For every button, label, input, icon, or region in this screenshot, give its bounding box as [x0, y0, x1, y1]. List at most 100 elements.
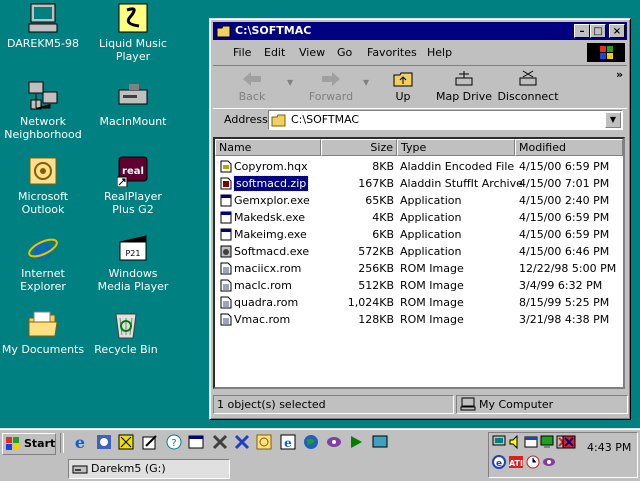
file-size: 8KB: [372, 160, 394, 173]
desktop-icon-realplayer[interactable]: real RealPlayer Plus G2: [88, 155, 178, 216]
tray-sound-icon[interactable]: [508, 434, 522, 452]
ie2-quicklaunch-icon[interactable]: e: [280, 434, 296, 450]
desktop-icon-outlook[interactable]: Microsoft Outlook: [0, 155, 88, 216]
address-dropdown-button[interactable]: ▼: [605, 112, 621, 128]
file-size: 572KB: [358, 245, 394, 258]
outlook-quicklaunch-icon[interactable]: [96, 434, 112, 450]
liquid-music-icon: [117, 2, 149, 34]
menu-file[interactable]: File: [233, 46, 251, 59]
file-row[interactable]: Vmac.rom 128KB ROM Image 3/21/98 4:38 PM: [215, 311, 623, 328]
tray-network-icon[interactable]: [492, 435, 506, 452]
tray-monitor-icon[interactable]: [540, 435, 554, 452]
desktop-quicklaunch-icon[interactable]: [372, 434, 388, 450]
desktop-icon-label: Microsoft Outlook: [17, 190, 69, 216]
desktop-icon-recycle-bin[interactable]: Recycle Bin: [81, 308, 171, 356]
status-location-text: My Computer: [479, 398, 554, 411]
file-type: ROM Image: [400, 262, 464, 275]
close-button[interactable]: ×: [609, 24, 625, 38]
file-row[interactable]: Copyrom.hqx 8KB Aladdin Encoded File 4/15/0…: [215, 158, 623, 175]
rom-icon: [220, 279, 232, 292]
file-list[interactable]: Name Size Type Modified Copyrom.hqx 8KB Al…: [213, 137, 625, 389]
task-button-darekm5[interactable]: Darekm5 (G:): [68, 459, 230, 479]
menu-edit[interactable]: Edit: [264, 46, 285, 59]
file-type: ROM Image: [400, 296, 464, 309]
menu-go[interactable]: Go: [337, 46, 352, 59]
column-header-type[interactable]: Type: [397, 139, 515, 156]
menu-favorites[interactable]: Favorites: [367, 46, 417, 59]
globe-quicklaunch-icon[interactable]: [303, 434, 319, 450]
back-arrow-icon: [241, 70, 263, 88]
disconnect-button[interactable]: Disconnect: [496, 66, 560, 103]
tray-scheduler-icon[interactable]: [524, 435, 538, 452]
maximize-button[interactable]: □: [590, 24, 606, 38]
back-dropdown-icon[interactable]: ▼: [287, 78, 293, 87]
file-row[interactable]: Gemxplor.exe 65KB Application 4/15/00 2:40 …: [215, 192, 623, 209]
column-header-size[interactable]: Size: [321, 139, 397, 156]
menu-help[interactable]: Help: [427, 46, 452, 59]
desktop-icon-my-documents[interactable]: My Documents: [0, 308, 88, 356]
file-size: 128KB: [358, 313, 394, 326]
minimize-button[interactable]: –: [574, 24, 590, 38]
up-button[interactable]: Up: [383, 66, 423, 103]
file-modified: 3/4/99 6:32 PM: [519, 279, 603, 292]
desktop-icon-label: DAREKM5-98: [6, 37, 80, 50]
network-quicklaunch-icon[interactable]: [118, 434, 134, 450]
file-type: ROM Image: [400, 313, 464, 326]
window-quicklaunch-icon[interactable]: [188, 434, 204, 450]
column-header-name[interactable]: Name: [215, 139, 321, 156]
status-location: My Computer: [456, 395, 628, 414]
map-drive-button[interactable]: Map Drive: [435, 66, 493, 103]
editor-quicklaunch-icon[interactable]: [142, 434, 158, 450]
svg-text:e: e: [496, 459, 502, 469]
clock-quicklaunch-icon[interactable]: [256, 434, 272, 450]
network-icon: [27, 80, 59, 112]
realplayer-icon: real: [116, 155, 149, 188]
menu-view[interactable]: View: [299, 46, 325, 59]
tray-ie-icon[interactable]: e: [492, 455, 506, 472]
desktop-icon-label: Recycle Bin: [94, 343, 158, 356]
forward-dropdown-icon[interactable]: ▼: [363, 78, 369, 87]
tray-ati-icon[interactable]: ATI: [508, 455, 524, 472]
file-modified: 4/15/00 7:01 PM: [519, 177, 610, 190]
file-row[interactable]: Makeimg.exe 6KB Application 4/15/00 6:59 PM: [215, 226, 623, 243]
media-quicklaunch-icon[interactable]: [326, 434, 342, 450]
column-header-modified[interactable]: Modified: [515, 139, 623, 156]
file-row[interactable]: maciicx.rom 256KB ROM Image 12/22/98 5:00 P…: [215, 260, 623, 277]
tray-media-icon[interactable]: [542, 455, 556, 472]
tool-quicklaunch-icon[interactable]: [212, 434, 228, 450]
title-bar[interactable]: C:\SOFTMAC – □ ×: [213, 22, 627, 40]
desktop-icon-network[interactable]: Network Neighborhood: [0, 80, 88, 141]
desktop-icon-liquid-music[interactable]: Liquid Music Player: [88, 2, 178, 63]
file-name: Makedsk.exe: [234, 211, 306, 224]
menu-bar: File Edit View Go Favorites Help: [213, 43, 627, 62]
tray-clock-icon[interactable]: [526, 455, 540, 472]
address-field[interactable]: C:\SOFTMAC ▼: [268, 110, 623, 130]
desktop-icon-ie[interactable]: e Internet Explorer: [0, 232, 88, 293]
folder-icon: [27, 308, 59, 340]
start-label: Start: [24, 437, 56, 450]
back-button[interactable]: Back: [227, 66, 277, 103]
clock[interactable]: 4:43 PM: [587, 441, 631, 454]
file-size: 167KB: [358, 177, 394, 190]
desktop-icon-media-player[interactable]: P21 Windows Media Player: [88, 232, 178, 293]
x-quicklaunch-icon[interactable]: [234, 434, 250, 450]
start-button[interactable]: Start: [2, 433, 56, 455]
file-row[interactable]: Softmacd.exe 572KB Application 4/15/00 6:46…: [215, 243, 623, 260]
forward-button[interactable]: Forward: [303, 66, 359, 103]
desktop-icon-darekm5[interactable]: DAREKM5-98: [0, 2, 88, 50]
desktop-icon-macinmount[interactable]: MacInMount: [88, 80, 178, 128]
explorer-window: C:\SOFTMAC – □ × File Edit View Go Favor…: [209, 18, 631, 420]
toolbar-more-chevron[interactable]: »: [616, 68, 623, 81]
tray-red-icon[interactable]: [562, 435, 576, 452]
my-computer-icon: [460, 397, 476, 414]
file-row[interactable]: quadra.rom 1,024KB ROM Image 8/15/99 5:25 P…: [215, 294, 623, 311]
file-name: maclc.rom: [234, 279, 292, 292]
ie-quicklaunch-icon[interactable]: e: [72, 433, 88, 452]
disconnect-icon: [517, 70, 539, 88]
file-row[interactable]: maclc.rom 512KB ROM Image 3/4/99 6:32 PM: [215, 277, 623, 294]
play-quicklaunch-icon[interactable]: [348, 434, 364, 450]
file-row[interactable]: softmacd.zip 167KB Aladdin StuffIt Archive…: [215, 175, 623, 192]
help-quicklaunch-icon[interactable]: ?: [166, 434, 182, 450]
file-row[interactable]: Makedsk.exe 4KB Application 4/15/00 6:59 PM: [215, 209, 623, 226]
media-player-icon: P21: [117, 232, 149, 264]
